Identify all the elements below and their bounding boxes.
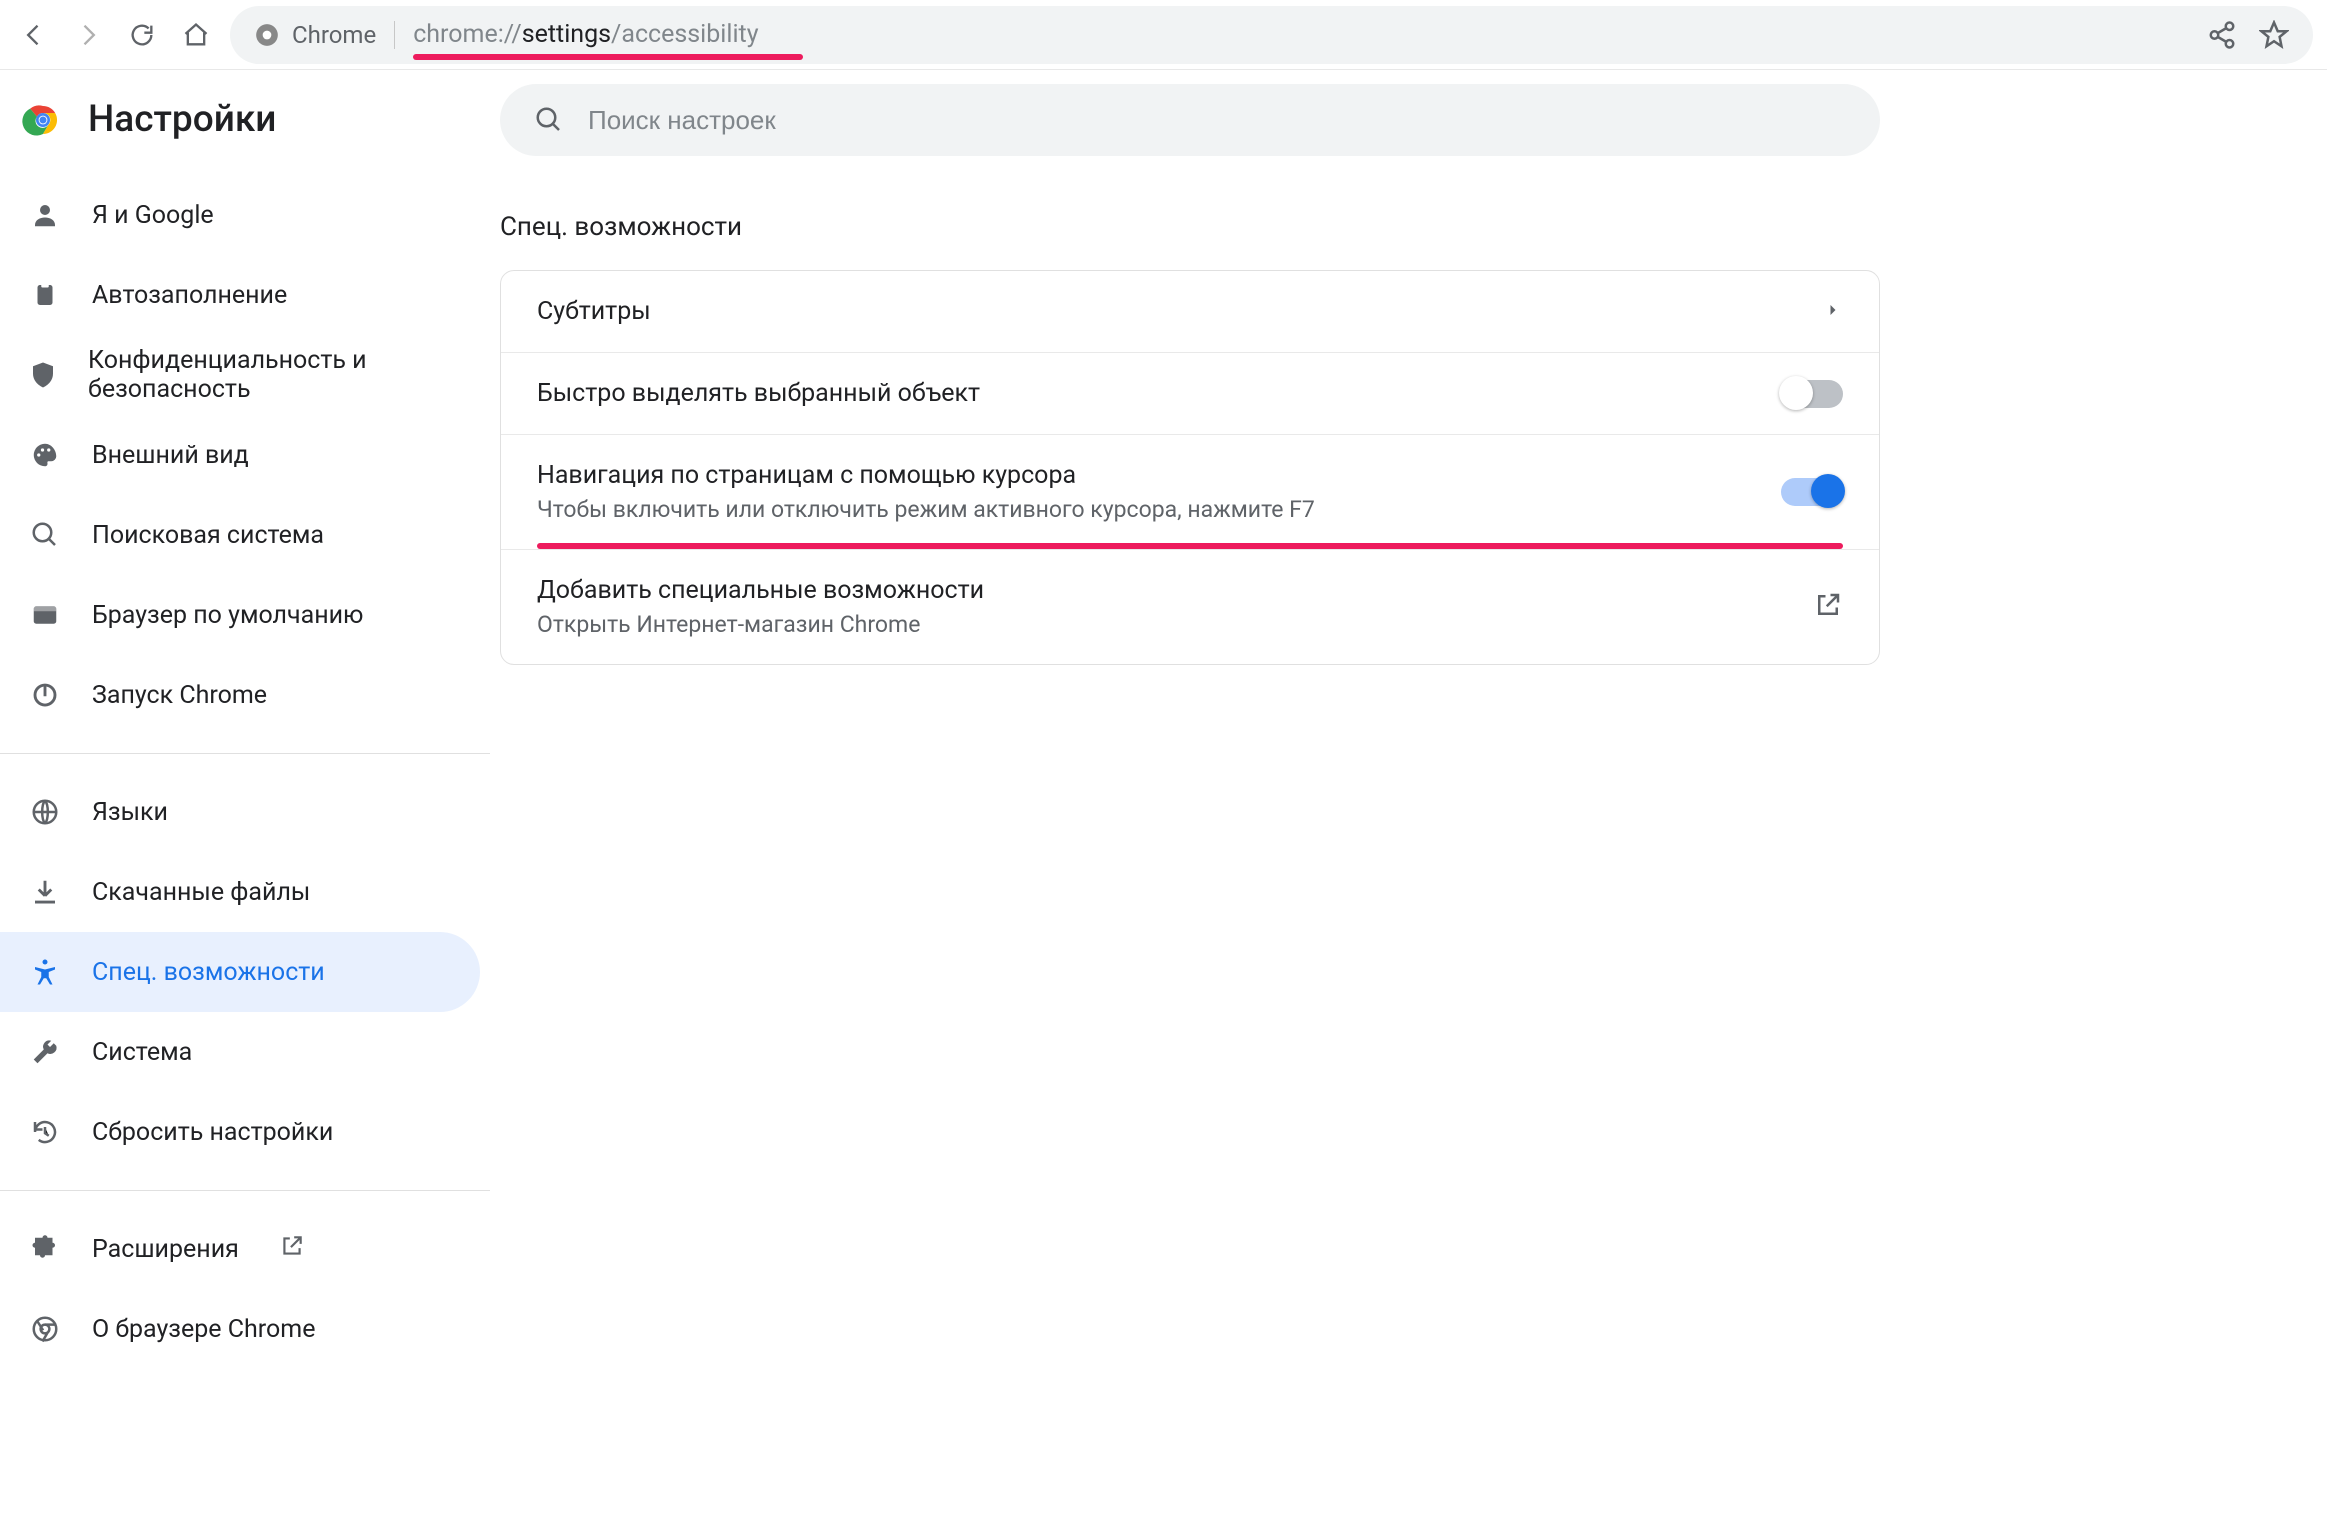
home-button[interactable] [176,15,216,55]
settings-search-input[interactable] [588,105,1846,136]
annotation-underline [537,543,1843,549]
sidebar-item-chrome[interactable]: О браузере Chrome [0,1289,480,1369]
url-text: chrome://settings/accessibility [413,20,758,49]
sidebar-item-extension[interactable]: Расширения [0,1209,480,1289]
sidebar-item-label: Поисковая система [92,521,324,550]
row-caret-browsing: Навигация по страницам с помощью курсора… [501,435,1879,550]
chrome-logo-icon [22,99,64,141]
clipboard-icon [28,280,62,310]
sidebar-item-label: Внешний вид [92,441,249,470]
reload-button[interactable] [122,15,162,55]
globe-icon [28,797,62,827]
sidebar-item-label: Система [92,1038,192,1067]
sidebar-item-label: Автозаполнение [92,281,287,310]
sidebar-item-globe[interactable]: Языки [0,772,480,852]
sidebar-item-label: Запуск Chrome [92,681,267,710]
power-icon [28,680,62,710]
row-subtitle: Чтобы включить или отключить режим актив… [537,496,1761,523]
palette-icon [28,440,62,470]
chrome-grey-icon [254,22,280,48]
browser-toolbar: Chrome chrome://settings/accessibility [0,0,2327,70]
search-icon [28,520,62,550]
sidebar-item-label: Скачанные файлы [92,878,310,907]
restore-icon [28,1117,62,1147]
sidebar-item-label: Расширения [92,1235,239,1264]
sidebar-item-label: Сбросить настройки [92,1118,333,1147]
site-info-chip[interactable]: Chrome [254,21,395,49]
search-icon [534,105,564,135]
bookmark-star-icon[interactable] [2259,20,2289,50]
person-icon [28,200,62,230]
toggle-highlight[interactable] [1781,380,1843,408]
annotation-underline [413,54,803,60]
sidebar-item-clipboard[interactable]: Автозаполнение [0,255,480,335]
row-title: Добавить специальные возможности [537,576,1793,605]
page-title: Настройки [88,98,276,141]
sidebar-item-label: Браузер по умолчанию [92,601,363,630]
sidebar-divider [0,1190,490,1191]
sidebar-header: Настройки [0,86,490,171]
sidebar-item-browser[interactable]: Браузер по умолчанию [0,575,480,655]
wrench-icon [28,1037,62,1067]
sidebar-item-person[interactable]: Я и Google [0,175,480,255]
browser-icon [28,600,62,630]
sidebar-item-label: Языки [92,798,168,827]
chevron-right-icon [1823,300,1843,324]
accessibility-icon [28,957,62,987]
row-title: Навигация по страницам с помощью курсора [537,461,1761,490]
forward-button[interactable] [68,15,108,55]
settings-card: Субтитры Быстро выделять выбранный объек… [500,270,1880,665]
shield-icon [28,360,58,390]
sidebar-item-restore[interactable]: Сбросить настройки [0,1092,480,1172]
extension-icon [28,1234,62,1264]
share-icon[interactable] [2207,20,2237,50]
row-captions[interactable]: Субтитры [501,271,1879,353]
sidebar-item-search[interactable]: Поисковая система [0,495,480,575]
back-button[interactable] [14,15,54,55]
sidebar-item-download[interactable]: Скачанные файлы [0,852,480,932]
sidebar-divider [0,753,490,754]
sidebar-item-shield[interactable]: Конфиденциальность и безопасность [0,335,480,415]
sidebar-item-label: Конфиденциальность и безопасность [88,346,452,404]
toggle-caret[interactable] [1781,478,1843,506]
site-info-label: Chrome [292,21,376,49]
row-highlight-object: Быстро выделять выбранный объект [501,353,1879,435]
sidebar-item-label: О браузере Chrome [92,1315,315,1344]
row-title: Субтитры [537,297,1803,326]
sidebar-item-palette[interactable]: Внешний вид [0,415,480,495]
address-bar[interactable]: Chrome chrome://settings/accessibility [230,6,2313,64]
main-content: Спец. возможности Субтитры Быстро выделя… [490,70,2327,1514]
settings-search[interactable] [500,84,1880,156]
download-icon [28,877,62,907]
external-link-icon [279,1233,305,1266]
row-subtitle: Открыть Интернет-магазин Chrome [537,611,1793,638]
sidebar-item-accessibility[interactable]: Спец. возможности [0,932,480,1012]
chrome-icon [28,1314,62,1344]
row-add-accessibility[interactable]: Добавить специальные возможности Открыть… [501,550,1879,664]
external-link-icon [1813,590,1843,624]
settings-sidebar: Настройки Я и Google Автозаполнение Конфид… [0,70,490,1514]
row-title: Быстро выделять выбранный объект [537,379,1761,408]
sidebar-item-power[interactable]: Запуск Chrome [0,655,480,735]
sidebar-item-label: Я и Google [92,201,214,230]
section-title: Спец. возможности [500,212,742,242]
sidebar-item-wrench[interactable]: Система [0,1012,480,1092]
sidebar-item-label: Спец. возможности [92,958,325,987]
